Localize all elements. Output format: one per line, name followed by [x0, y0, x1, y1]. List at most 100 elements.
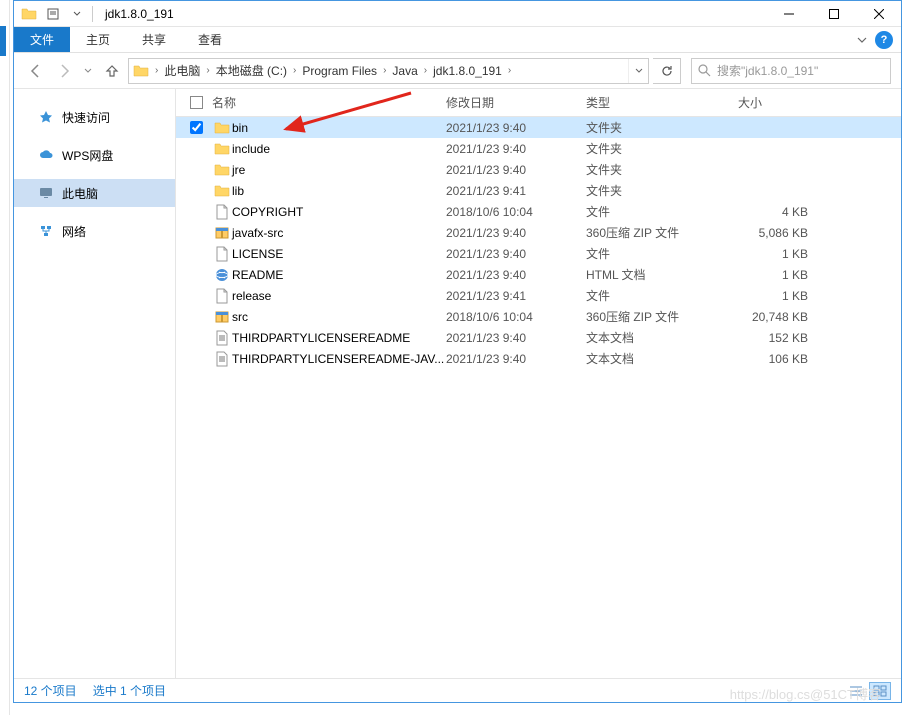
refresh-button[interactable] [653, 58, 681, 84]
up-button[interactable] [100, 59, 124, 83]
help-icon[interactable]: ? [875, 31, 893, 49]
file-type: 文本文档 [586, 329, 738, 346]
file-row[interactable]: release2021/1/23 9:41文件1 KB [176, 285, 901, 306]
file-date: 2021/1/23 9:40 [446, 352, 586, 366]
file-date: 2021/1/23 9:40 [446, 163, 586, 177]
file-row[interactable]: THIRDPARTYLICENSEREADME2021/1/23 9:40文本文… [176, 327, 901, 348]
header-checkbox[interactable] [190, 96, 212, 109]
quick-access-toolbar [14, 3, 99, 25]
crumb-sep-icon[interactable]: › [422, 65, 429, 76]
file-type: 文件夹 [586, 182, 738, 199]
ribbon: 文件 主页 共享 查看 ? [14, 27, 901, 53]
monitor-icon [38, 185, 54, 201]
text-icon [212, 330, 232, 346]
external-indicator [0, 26, 6, 56]
folder-icon [212, 162, 232, 178]
file-type: HTML 文档 [586, 266, 738, 283]
crumb-drive[interactable]: 本地磁盘 (C:) [212, 62, 291, 79]
window-controls [766, 1, 901, 27]
crumb-pc[interactable]: 此电脑 [160, 62, 204, 79]
crumb-sep-icon[interactable]: › [381, 65, 388, 76]
html-icon [212, 267, 232, 283]
content-area: 快速访问 WPS网盘 此电脑 网络 [14, 89, 901, 678]
column-type[interactable]: 类型 [586, 94, 738, 111]
file-type: 文件 [586, 245, 738, 262]
forward-button[interactable] [52, 59, 76, 83]
file-row[interactable]: src2018/10/6 10:04360压缩 ZIP 文件20,748 KB [176, 306, 901, 327]
navigation-bar: › 此电脑 › 本地磁盘 (C:) › Program Files › Java… [14, 53, 901, 89]
file-row[interactable]: COPYRIGHT2018/10/6 10:04文件4 KB [176, 201, 901, 222]
sidebar-item-quickaccess[interactable]: 快速访问 [14, 103, 175, 131]
file-date: 2021/1/23 9:40 [446, 142, 586, 156]
minimize-button[interactable] [766, 1, 811, 27]
file-icon [212, 288, 232, 304]
row-checkbox[interactable] [190, 121, 212, 134]
external-app-strip [0, 0, 10, 715]
zip-icon [212, 309, 232, 325]
crumb-sep-icon[interactable]: › [204, 65, 211, 76]
file-row[interactable]: README2021/1/23 9:40HTML 文档1 KB [176, 264, 901, 285]
file-type: 文件夹 [586, 161, 738, 178]
file-date: 2021/1/23 9:41 [446, 184, 586, 198]
file-row[interactable]: LICENSE2021/1/23 9:40文件1 KB [176, 243, 901, 264]
file-row[interactable]: bin2021/1/23 9:40文件夹 [176, 117, 901, 138]
file-date: 2018/10/6 10:04 [446, 205, 586, 219]
view-details-button[interactable] [845, 682, 867, 700]
ribbon-tab-share[interactable]: 共享 [126, 27, 182, 52]
file-type: 360压缩 ZIP 文件 [586, 308, 738, 325]
ribbon-file-tab[interactable]: 文件 [14, 27, 70, 52]
recent-dropdown-icon[interactable] [80, 59, 96, 83]
maximize-button[interactable] [811, 1, 856, 27]
search-input[interactable]: 搜索"jdk1.8.0_191" [691, 58, 891, 84]
file-name: lib [232, 184, 446, 198]
ribbon-tab-view[interactable]: 查看 [182, 27, 238, 52]
file-row[interactable]: THIRDPARTYLICENSEREADME-JAV...2021/1/23 … [176, 348, 901, 369]
file-list: bin2021/1/23 9:40文件夹include2021/1/23 9:4… [176, 117, 901, 678]
column-name[interactable]: 名称 [212, 94, 446, 111]
crumb-jdk[interactable]: jdk1.8.0_191 [429, 64, 506, 78]
crumb-sep-icon[interactable]: › [153, 65, 160, 76]
sidebar-item-network[interactable]: 网络 [14, 217, 175, 245]
crumb-java[interactable]: Java [388, 64, 421, 78]
folder-icon [212, 141, 232, 157]
file-row[interactable]: jre2021/1/23 9:40文件夹 [176, 159, 901, 180]
status-selected-count: 选中 1 个项目 [93, 682, 166, 699]
file-date: 2021/1/23 9:40 [446, 121, 586, 135]
window-title: jdk1.8.0_191 [105, 7, 174, 21]
back-button[interactable] [24, 59, 48, 83]
file-name: bin [232, 121, 446, 135]
file-date: 2021/1/23 9:40 [446, 331, 586, 345]
ribbon-tab-home[interactable]: 主页 [70, 27, 126, 52]
close-button[interactable] [856, 1, 901, 27]
qat-dropdown-icon[interactable] [66, 3, 88, 25]
file-row[interactable]: lib2021/1/23 9:41文件夹 [176, 180, 901, 201]
sidebar-item-label: 此电脑 [62, 185, 98, 202]
crumb-sep-icon[interactable]: › [506, 65, 513, 76]
file-size: 20,748 KB [738, 310, 808, 324]
column-headers: 名称 修改日期 类型 大小 [176, 89, 901, 117]
file-name: LICENSE [232, 247, 446, 261]
crumb-sep-icon[interactable]: › [291, 65, 298, 76]
search-icon [698, 64, 711, 77]
column-date[interactable]: 修改日期 [446, 94, 586, 111]
sidebar-item-wps[interactable]: WPS网盘 [14, 141, 175, 169]
sidebar-item-label: 快速访问 [62, 109, 110, 126]
folder-icon [212, 183, 232, 199]
file-name: README [232, 268, 446, 282]
search-placeholder: 搜索"jdk1.8.0_191" [717, 62, 818, 79]
crumb-programfiles[interactable]: Program Files [298, 64, 381, 78]
file-date: 2021/1/23 9:40 [446, 247, 586, 261]
file-name: release [232, 289, 446, 303]
file-row[interactable]: include2021/1/23 9:40文件夹 [176, 138, 901, 159]
file-size: 152 KB [738, 331, 808, 345]
column-size[interactable]: 大小 [738, 94, 818, 111]
ribbon-expand-icon[interactable] [857, 35, 867, 45]
properties-icon[interactable] [42, 3, 64, 25]
file-date: 2021/1/23 9:40 [446, 268, 586, 282]
file-row[interactable]: javafx-src2021/1/23 9:40360压缩 ZIP 文件5,08… [176, 222, 901, 243]
cloud-icon [38, 147, 54, 163]
view-icons-button[interactable] [869, 682, 891, 700]
address-dropdown-icon[interactable] [628, 59, 648, 83]
sidebar-item-thispc[interactable]: 此电脑 [14, 179, 175, 207]
address-bar[interactable]: › 此电脑 › 本地磁盘 (C:) › Program Files › Java… [128, 58, 649, 84]
